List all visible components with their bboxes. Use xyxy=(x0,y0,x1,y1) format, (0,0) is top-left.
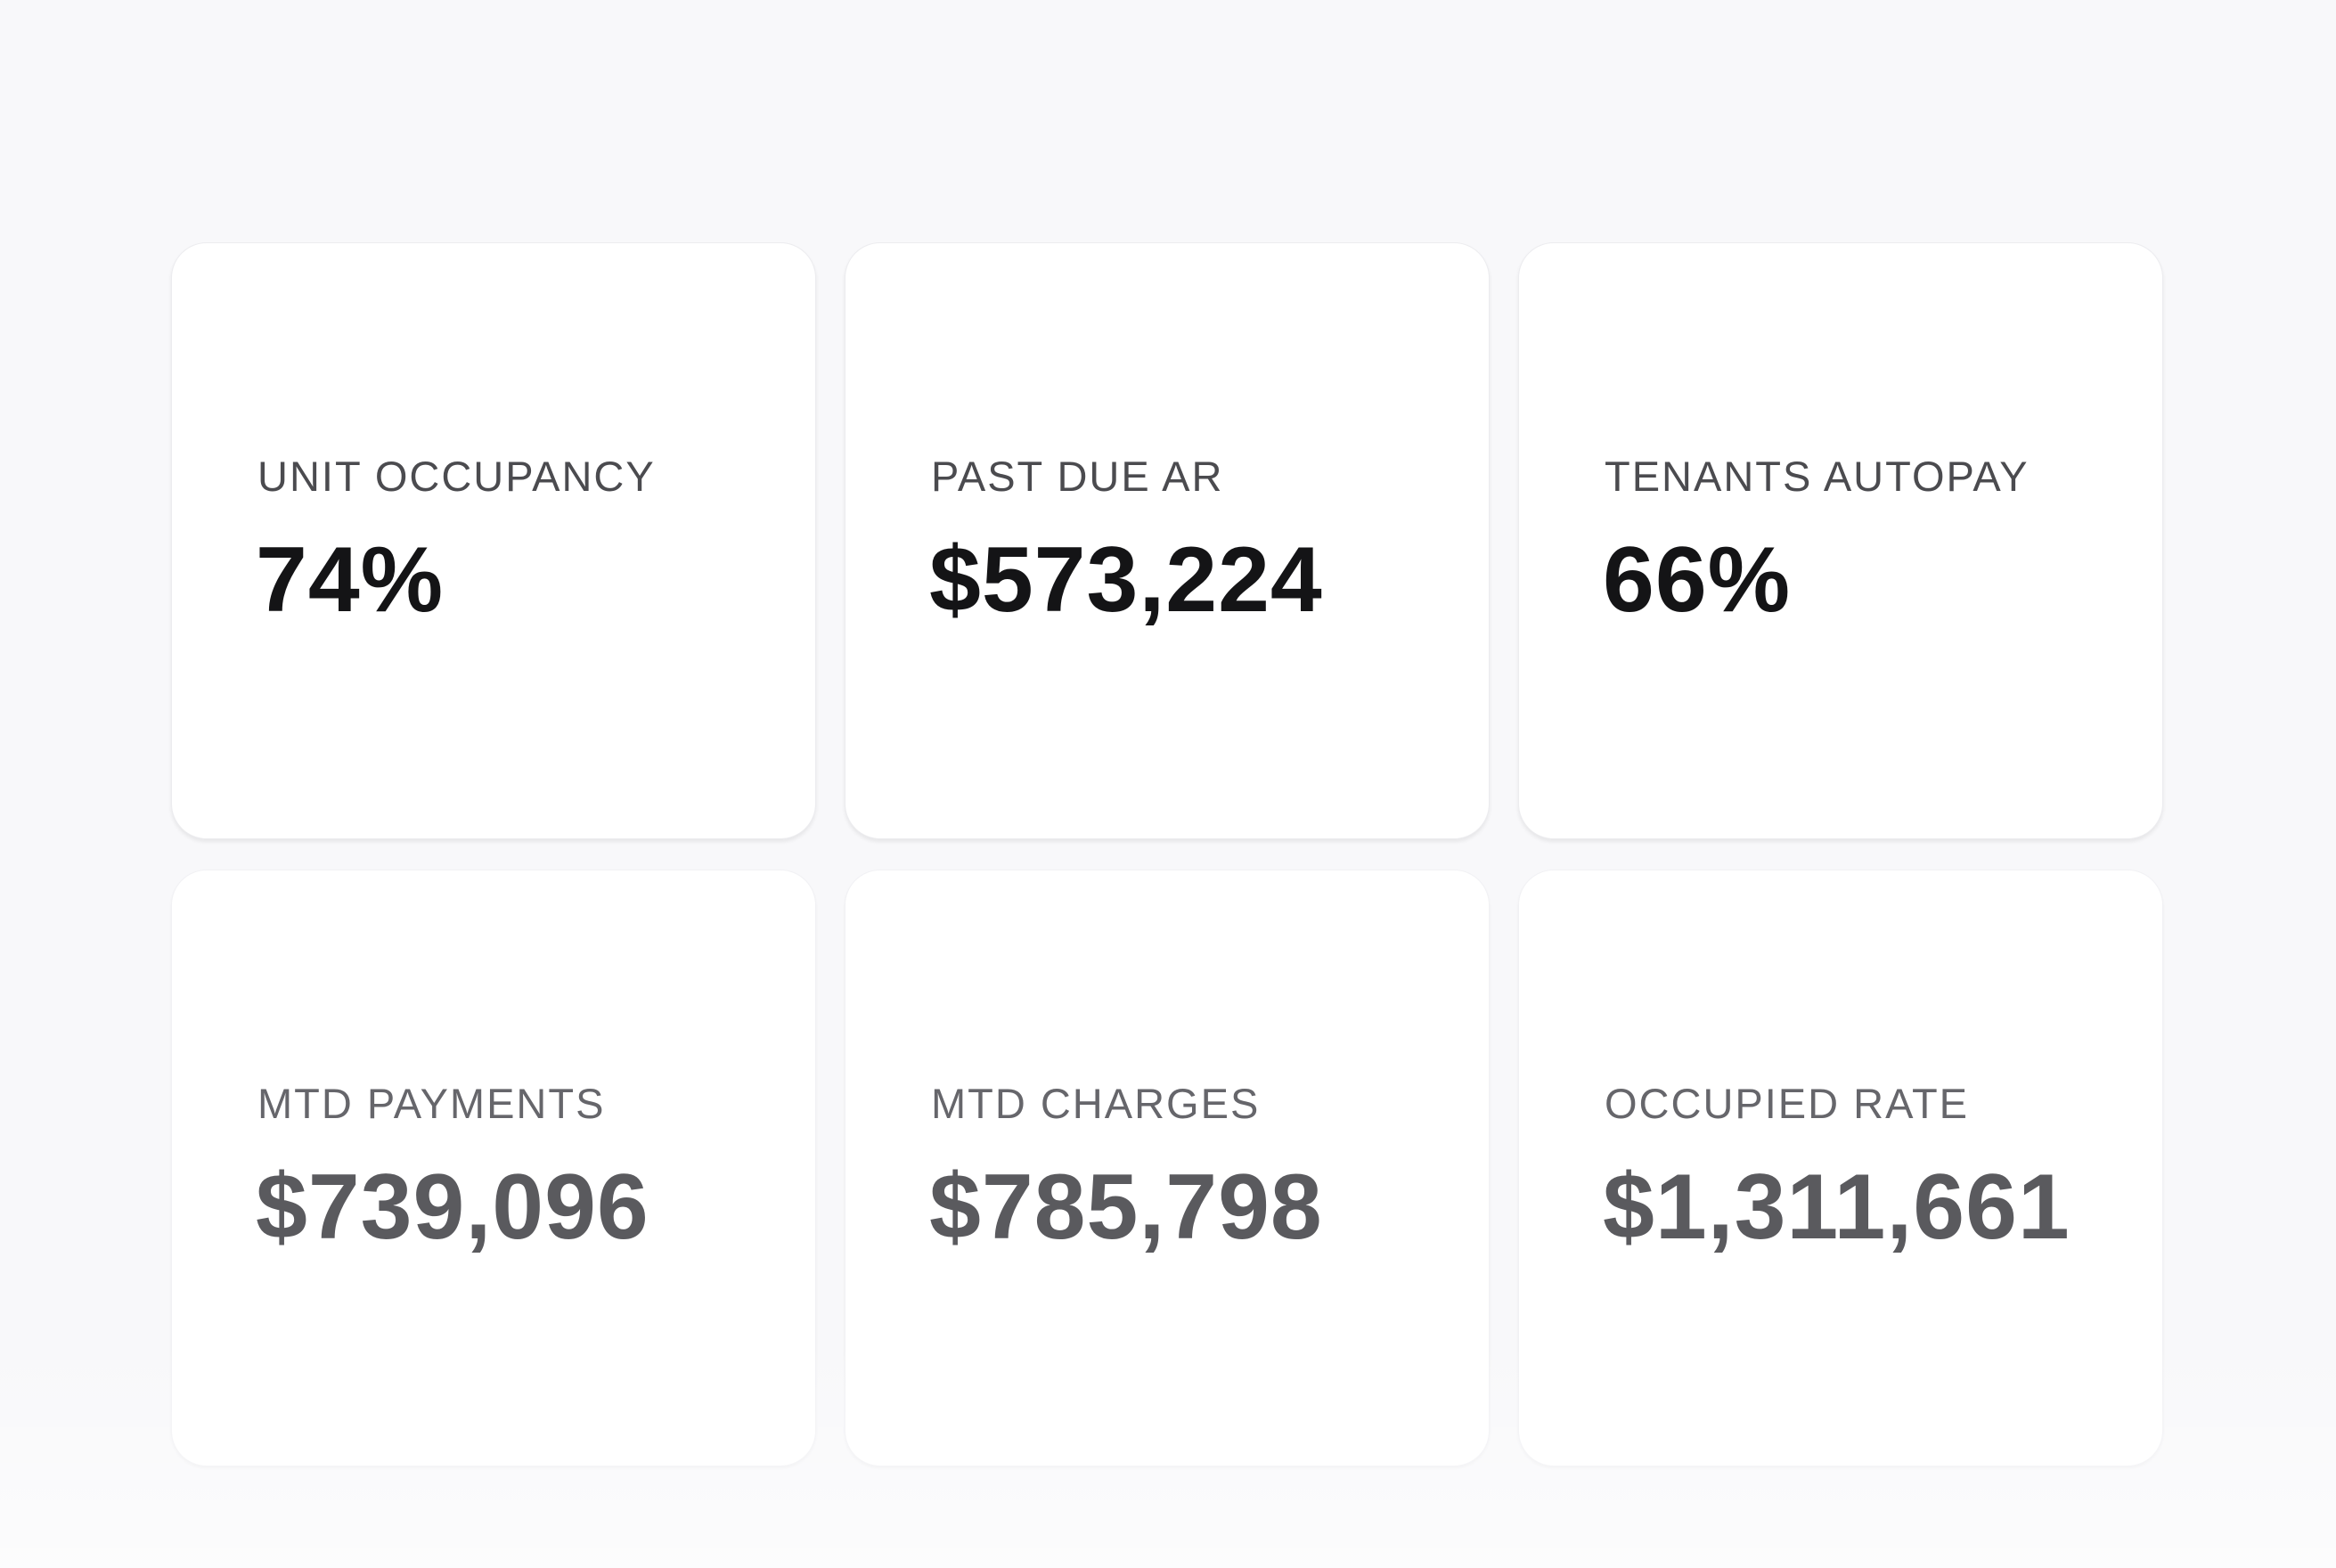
metric-card-tenants-autopay: TENANTS AUTOPAY 66% xyxy=(1518,242,2163,839)
metric-label: OCCUPIED RATE xyxy=(1605,1080,1969,1127)
metric-value: 74% xyxy=(256,528,445,632)
metric-card-occupied-rate: OCCUPIED RATE $1,311,661 xyxy=(1518,870,2163,1466)
metric-value: $1,311,661 xyxy=(1603,1156,2071,1259)
metrics-grid: UNIT OCCUPANCY 74% PAST DUE AR $573,224 … xyxy=(171,242,2163,1466)
metric-label: PAST DUE AR xyxy=(931,453,1224,500)
metric-card-mtd-charges: MTD CHARGES $785,798 xyxy=(845,870,1490,1466)
metric-value: $739,096 xyxy=(256,1156,649,1259)
metric-value: $573,224 xyxy=(929,528,1323,632)
metric-card-past-due-ar: PAST DUE AR $573,224 xyxy=(845,242,1490,839)
metric-card-mtd-payments: MTD PAYMENTS $739,096 xyxy=(171,870,816,1466)
metric-value: 66% xyxy=(1603,528,1792,632)
metric-value: $785,798 xyxy=(929,1156,1323,1259)
metric-label: UNIT OCCUPANCY xyxy=(257,453,656,500)
metric-card-unit-occupancy: UNIT OCCUPANCY 74% xyxy=(171,242,816,839)
metric-label: MTD CHARGES xyxy=(931,1080,1261,1127)
metric-label: MTD PAYMENTS xyxy=(257,1080,606,1127)
metric-label: TENANTS AUTOPAY xyxy=(1605,453,2030,500)
